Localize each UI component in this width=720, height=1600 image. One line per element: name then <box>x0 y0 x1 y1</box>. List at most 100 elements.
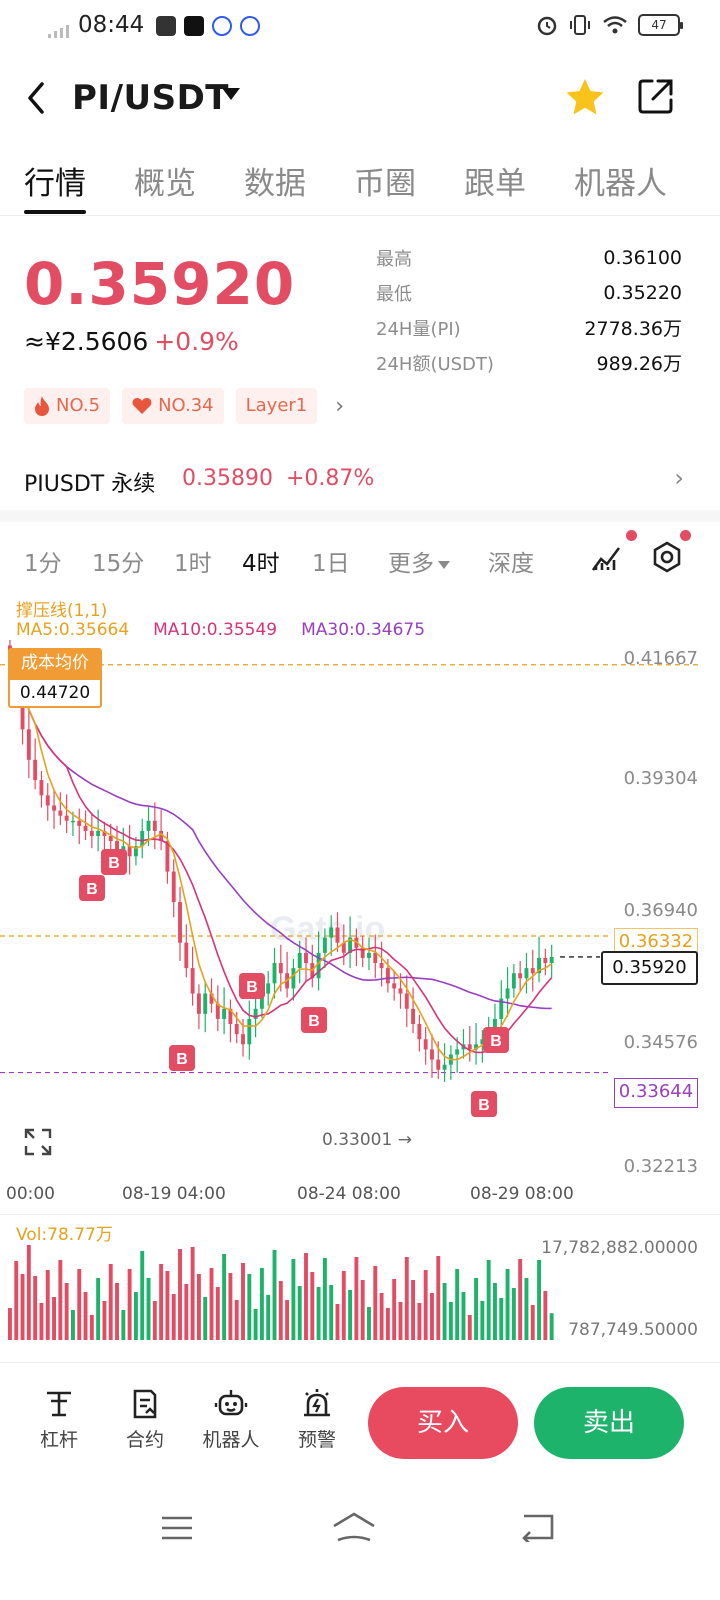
active-tab-indicator <box>24 210 86 214</box>
volume-bar <box>543 1291 548 1340</box>
buy-marker[interactable]: B <box>471 1091 497 1117</box>
candle-body <box>64 815 69 821</box>
tab-community[interactable]: 币圈 <box>354 158 416 203</box>
volume-bar <box>247 1274 252 1340</box>
candlestick-chart[interactable]: Gate.io BBBBBBB <box>0 640 720 1240</box>
x-tick-label: 00:00 <box>6 1184 55 1204</box>
buy-marker[interactable]: B <box>483 1027 509 1053</box>
heart-icon <box>132 398 152 414</box>
volume-bar <box>322 1258 327 1340</box>
menu-nav-icon[interactable] <box>160 1514 194 1542</box>
volume-bar <box>442 1283 447 1340</box>
buy-marker[interactable]: B <box>169 1045 195 1071</box>
candle-body <box>549 956 554 964</box>
tag-rank-fav[interactable]: NO.34 <box>122 388 224 424</box>
candle-body <box>329 927 334 938</box>
cost-average-value: 0.44720 <box>8 678 102 708</box>
ma30-value: MA30:0.34675 <box>301 620 426 640</box>
volume-bar <box>329 1285 334 1340</box>
buy-marker[interactable]: B <box>101 849 127 875</box>
interval-15m[interactable]: 15分 <box>92 544 144 578</box>
tab-overview[interactable]: 概览 <box>134 158 196 203</box>
indicator-icon[interactable] <box>590 540 624 574</box>
fullscreen-icon[interactable] <box>24 1128 52 1156</box>
volume-bar <box>486 1260 491 1340</box>
chevron-right-icon: › <box>674 464 684 492</box>
chevron-right-icon[interactable]: › <box>335 394 344 419</box>
baidu-icon <box>240 16 260 36</box>
interval-more[interactable]: 更多 <box>388 544 450 578</box>
tag-label: NO.34 <box>158 395 214 416</box>
contract-button[interactable]: 合约 <box>110 1387 180 1452</box>
tag-rank-hot[interactable]: NO.5 <box>24 388 111 424</box>
back-nav-icon[interactable] <box>520 1512 556 1542</box>
interval-1d[interactable]: 1日 <box>312 544 350 578</box>
candle-body <box>335 927 340 943</box>
tab-bots[interactable]: 机器人 <box>574 158 667 203</box>
buy-button[interactable]: 买入 <box>368 1387 518 1459</box>
price-cny: ≈¥2.5606 +0.9% <box>24 327 239 356</box>
favorite-star-icon[interactable] <box>564 76 606 118</box>
buy-marker-label: B <box>108 855 120 872</box>
volume-bar <box>228 1273 233 1340</box>
perpetual-row[interactable]: PIUSDT 永续 0.35890 +0.87% › <box>0 456 720 506</box>
candle-body <box>152 820 157 831</box>
back-icon[interactable] <box>22 78 52 118</box>
candle-body <box>404 993 409 1009</box>
volume-bar <box>159 1264 164 1340</box>
interval-4h[interactable]: 4时 <box>242 544 280 578</box>
interval-1m[interactable]: 1分 <box>24 544 62 578</box>
volume-bar <box>115 1283 119 1340</box>
buy-marker[interactable]: B <box>79 875 105 901</box>
buy-marker[interactable]: B <box>301 1007 327 1033</box>
volume-bar <box>58 1260 63 1340</box>
share-icon[interactable] <box>636 76 676 116</box>
home-nav-icon[interactable] <box>330 1510 378 1544</box>
pair-title[interactable]: PI/USDT <box>72 78 229 118</box>
notification-dot <box>680 530 691 541</box>
volume-bar <box>291 1259 296 1340</box>
volume-bar <box>241 1263 245 1340</box>
volume-bar <box>253 1309 258 1340</box>
interval-1h[interactable]: 1时 <box>174 544 212 578</box>
volume-bar <box>14 1261 19 1340</box>
candle-body <box>417 1024 422 1040</box>
candle-body <box>455 1049 460 1055</box>
candle-body <box>89 830 94 837</box>
volume-bar <box>33 1276 38 1340</box>
tab-copy-trading[interactable]: 跟单 <box>464 158 526 203</box>
sell-button[interactable]: 卖出 <box>534 1387 684 1459</box>
contract-icon <box>133 1389 157 1419</box>
candle-body <box>26 729 31 760</box>
leverage-button[interactable]: 杠杆 <box>24 1387 94 1452</box>
depth-tab[interactable]: 深度 <box>488 544 534 578</box>
app-header: PI/USDT <box>0 62 720 134</box>
chart-settings-icon[interactable] <box>650 540 684 574</box>
volume-chart <box>8 1245 554 1340</box>
candle-body <box>291 968 296 989</box>
notification-icons <box>156 16 260 36</box>
volume-bar <box>45 1270 50 1340</box>
buy-marker[interactable]: B <box>239 973 265 999</box>
volume-bar <box>52 1297 56 1340</box>
volume-bar <box>518 1259 523 1340</box>
tab-data[interactable]: 数据 <box>244 158 306 203</box>
tag-category[interactable]: Layer1 <box>235 388 318 424</box>
volume-bar <box>234 1300 239 1340</box>
tab-market[interactable]: 行情 <box>24 158 86 203</box>
candle-body <box>511 973 516 989</box>
buy-marker-label: B <box>490 1033 502 1050</box>
volume-bar <box>367 1307 371 1340</box>
pair-dropdown-icon[interactable] <box>222 88 240 100</box>
leverage-label: 杠杆 <box>39 1429 78 1451</box>
candle-body <box>241 1034 245 1045</box>
volume-bar <box>178 1249 182 1340</box>
alert-button[interactable]: 预警 <box>282 1387 352 1452</box>
volume-bar <box>404 1257 409 1340</box>
candle-body <box>411 1008 416 1025</box>
candle-body <box>518 973 523 979</box>
candle-body <box>171 871 176 903</box>
candle-body <box>505 988 510 999</box>
robot-button[interactable]: 机器人 <box>196 1387 266 1452</box>
buy-marker-label: B <box>176 1051 188 1068</box>
